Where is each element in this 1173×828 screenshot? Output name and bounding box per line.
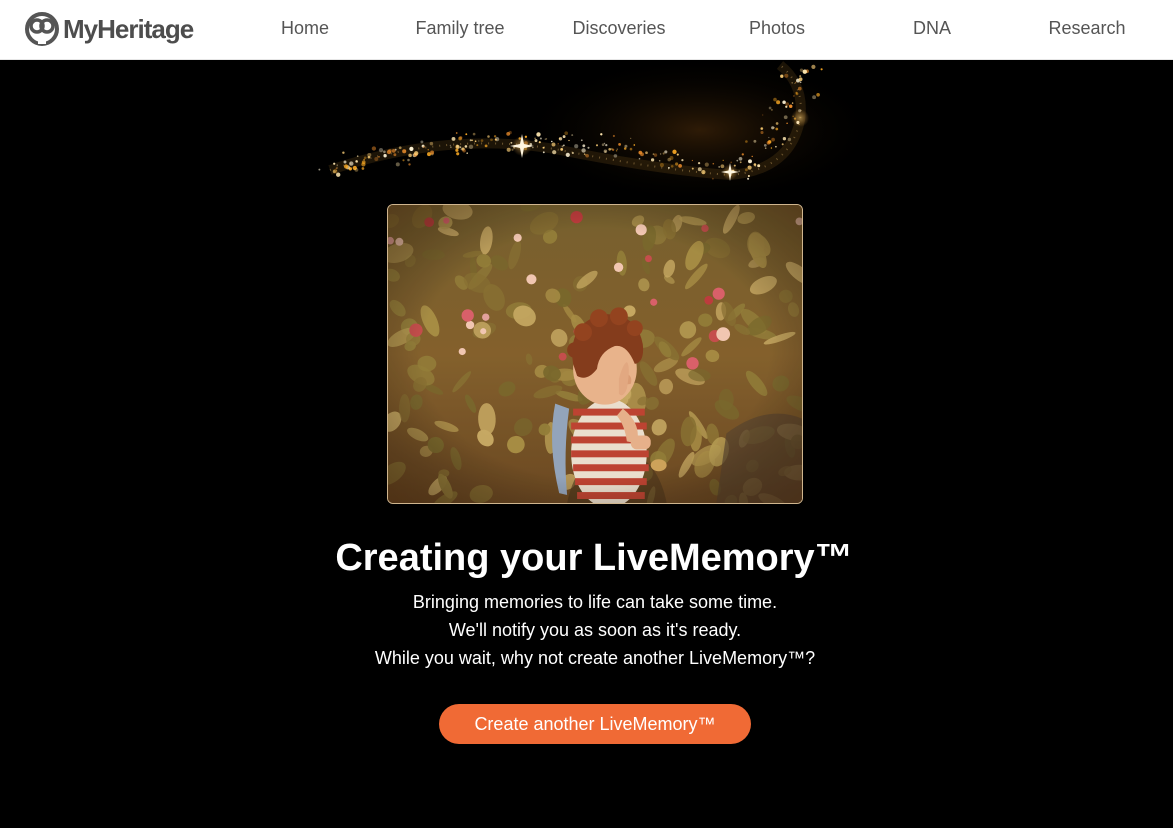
- nav-item-research[interactable]: Research: [1036, 0, 1138, 56]
- status-message-line-3: While you wait, why not create another L…: [374, 648, 816, 668]
- sparkle-trail-decoration: [318, 60, 880, 205]
- nav-item-photos[interactable]: Photos: [735, 0, 819, 56]
- status-message-line-1: Bringing memories to life can take some …: [412, 592, 778, 612]
- nav-item-discoveries[interactable]: Discoveries: [560, 0, 678, 56]
- vintage-photo-child-in-garden: [388, 205, 802, 503]
- page-title: Creating your LiveMemory™: [335, 537, 853, 579]
- nav-item-family-tree[interactable]: Family tree: [405, 0, 515, 56]
- livememory-processing-panel: Creating your LiveMemory™ Bringing memor…: [0, 60, 1173, 828]
- nav-item-home[interactable]: Home: [264, 0, 346, 56]
- status-message-line-2: We'll notify you as soon as it's ready.: [448, 620, 742, 640]
- myheritage-logo-icon: [25, 12, 59, 46]
- brand-name: MyHeritage: [63, 13, 194, 44]
- top-navigation-bar: MyHeritage Home Family tree Discoveries …: [0, 0, 1173, 60]
- create-another-livememory-button[interactable]: Create another LiveMemory™: [439, 704, 751, 744]
- livememory-photo: [387, 204, 803, 504]
- nav-item-dna[interactable]: DNA: [896, 0, 968, 56]
- myheritage-logo[interactable]: MyHeritage: [25, 12, 194, 46]
